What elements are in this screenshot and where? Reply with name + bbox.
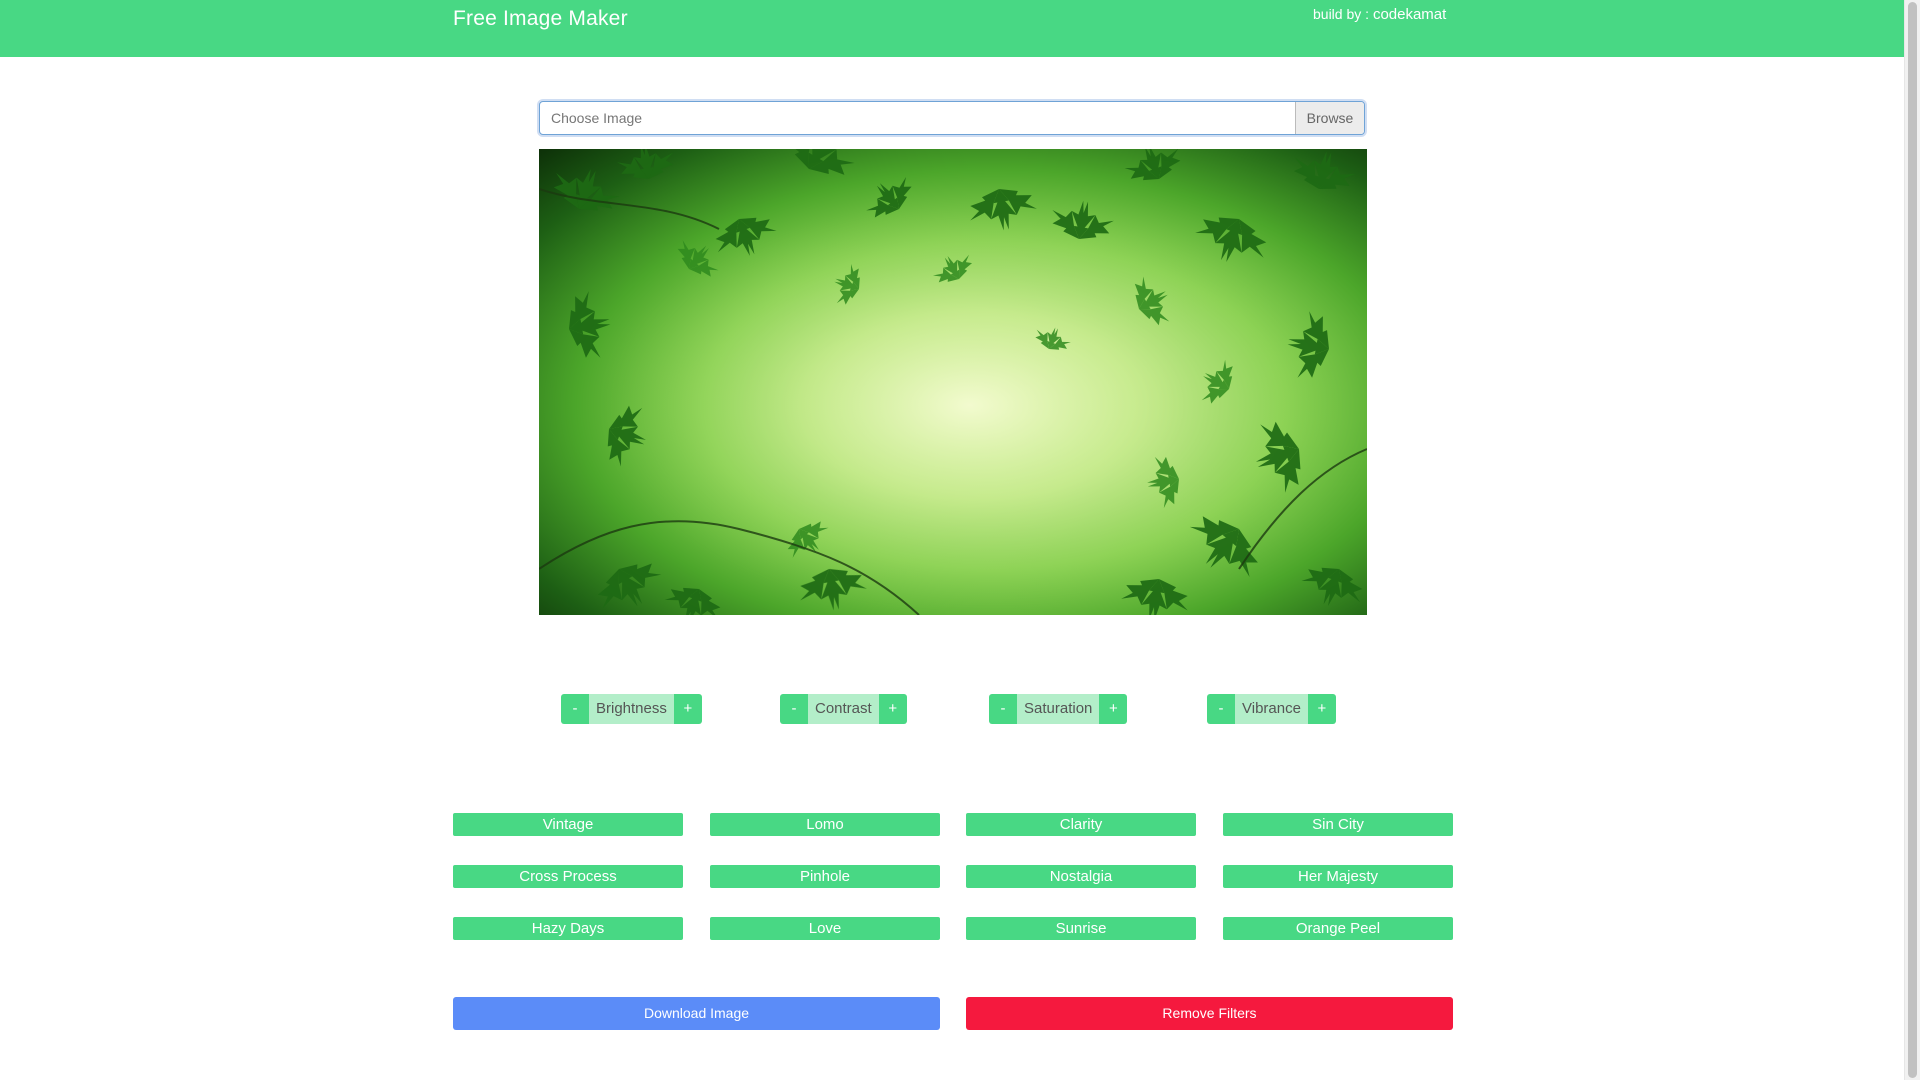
saturation-increase-button[interactable]: + <box>1099 694 1128 724</box>
filter-pinhole-button[interactable]: Pinhole <box>710 865 940 888</box>
saturation-label: Saturation <box>1017 694 1100 724</box>
vibrance-decrease-button[interactable]: - <box>1207 694 1235 724</box>
page: Free Image Maker build by : codekamat Ch… <box>0 0 1920 1080</box>
download-image-button[interactable]: Download Image <box>453 997 940 1030</box>
filter-sunrise-button[interactable]: Sunrise <box>966 917 1196 940</box>
brightness-decrease-button[interactable]: - <box>561 694 589 724</box>
brightness-control: - Brightness + <box>561 694 702 724</box>
contrast-label: Contrast <box>808 694 879 724</box>
navbar: Free Image Maker build by : codekamat <box>0 0 1904 57</box>
saturation-control: - Saturation + <box>989 694 1128 724</box>
image-file-input[interactable]: Choose Image Browse <box>539 101 1365 135</box>
contrast-increase-button[interactable]: + <box>878 694 907 724</box>
vibrance-increase-button[interactable]: + <box>1307 694 1336 724</box>
brightness-label: Brightness <box>589 694 674 724</box>
filter-clarity-button[interactable]: Clarity <box>966 813 1196 836</box>
credit-prefix: build by : <box>1313 6 1373 22</box>
contrast-decrease-button[interactable]: - <box>780 694 808 724</box>
filter-lomo-button[interactable]: Lomo <box>710 813 940 836</box>
vertical-scrollbar[interactable] <box>1904 0 1920 1080</box>
filter-vintage-button[interactable]: Vintage <box>453 813 683 836</box>
vibrance-label: Vibrance <box>1235 694 1308 724</box>
filter-cross-process-button[interactable]: Cross Process <box>453 865 683 888</box>
brand-title[interactable]: Free Image Maker <box>453 7 628 31</box>
scrollbar-thumb[interactable] <box>1908 2 1917 1078</box>
image-preview-canvas <box>539 149 1367 615</box>
vibrance-control: - Vibrance + <box>1207 694 1336 724</box>
filter-her-majesty-button[interactable]: Her Majesty <box>1223 865 1453 888</box>
remove-filters-button[interactable]: Remove Filters <box>966 997 1453 1030</box>
filter-sin-city-button[interactable]: Sin City <box>1223 813 1453 836</box>
brightness-increase-button[interactable]: + <box>673 694 702 724</box>
credit-author-link[interactable]: codekamat <box>1373 6 1446 23</box>
saturation-decrease-button[interactable]: - <box>989 694 1017 724</box>
filter-nostalgia-button[interactable]: Nostalgia <box>966 865 1196 888</box>
filter-love-button[interactable]: Love <box>710 917 940 940</box>
credit-text: build by : codekamat <box>1313 6 1446 23</box>
leaves-illustration <box>539 149 1367 615</box>
filter-hazy-days-button[interactable]: Hazy Days <box>453 917 683 940</box>
contrast-control: - Contrast + <box>780 694 907 724</box>
file-input-placeholder: Choose Image <box>551 110 643 126</box>
filter-orange-peel-button[interactable]: Orange Peel <box>1223 917 1453 940</box>
browse-button[interactable]: Browse <box>1295 102 1364 134</box>
